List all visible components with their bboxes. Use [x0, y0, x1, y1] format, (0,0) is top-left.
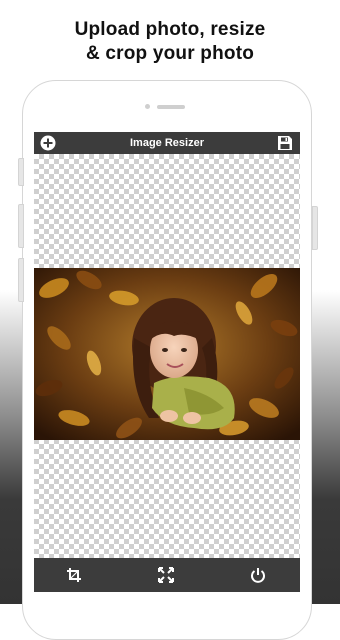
promo-headline: Upload photo, resize & crop your photo: [0, 18, 340, 66]
add-circle-icon[interactable]: [40, 135, 56, 151]
app-top-bar: Image Resizer: [34, 132, 300, 154]
promo-line-1: Upload photo, resize: [74, 19, 266, 40]
promo-line-2: & crop your photo: [85, 43, 255, 64]
phone-power-button: [312, 206, 318, 250]
phone-side-button: [18, 158, 24, 186]
phone-camera: [145, 104, 150, 109]
image-canvas[interactable]: [34, 154, 300, 558]
app-title: Image Resizer: [130, 137, 204, 149]
app-bottom-bar: [34, 558, 300, 592]
crop-icon[interactable]: [66, 567, 82, 583]
phone-volume-up-button: [18, 204, 24, 248]
fullscreen-icon[interactable]: [158, 567, 174, 583]
save-icon[interactable]: [277, 135, 293, 151]
app-screen: Image Resizer: [34, 132, 300, 592]
phone-volume-down-button: [18, 258, 24, 302]
phone-speaker: [157, 105, 185, 109]
photo-girl-autumn-leaves[interactable]: [34, 268, 300, 440]
power-icon[interactable]: [250, 567, 266, 583]
